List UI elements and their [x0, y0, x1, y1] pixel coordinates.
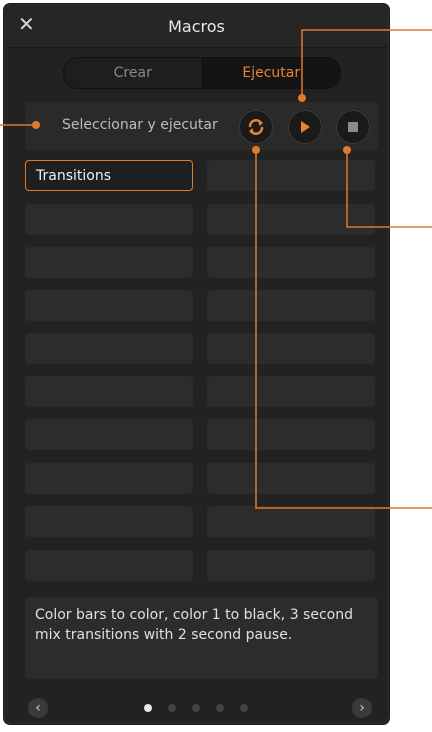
page-dot-1[interactable] — [144, 704, 152, 712]
macro-slot[interactable] — [25, 204, 193, 235]
page-dot-5[interactable] — [240, 704, 248, 712]
macro-slot[interactable] — [207, 290, 375, 321]
macro-slot[interactable] — [25, 463, 193, 494]
stop-button[interactable] — [336, 110, 370, 144]
macro-slot[interactable] — [207, 550, 375, 581]
tab-crear[interactable]: Crear — [64, 58, 203, 88]
macro-slot[interactable] — [25, 376, 193, 407]
page-dot-4[interactable] — [216, 704, 224, 712]
macro-slot[interactable] — [207, 247, 375, 278]
macro-slot[interactable] — [207, 463, 375, 494]
title-bar: ✕ Macros — [5, 5, 388, 48]
play-icon — [301, 121, 310, 133]
macro-slot[interactable] — [25, 333, 193, 364]
macro-slot[interactable] — [207, 160, 375, 191]
macro-slot[interactable] — [207, 506, 375, 537]
tab-ejecutar[interactable]: Ejecutar — [202, 58, 340, 88]
loop-button[interactable] — [239, 110, 273, 144]
page-dot-3[interactable] — [192, 704, 200, 712]
macro-slot[interactable] — [207, 376, 375, 407]
loop-icon — [248, 119, 264, 135]
macro-slot[interactable] — [25, 290, 193, 321]
run-bar: Seleccionar y ejecutar — [25, 102, 378, 150]
next-page-button[interactable]: › — [352, 698, 372, 718]
run-label: Seleccionar y ejecutar — [62, 117, 218, 133]
window-title: Macros — [168, 17, 225, 36]
play-button[interactable] — [288, 110, 322, 144]
macro-slot[interactable] — [25, 419, 193, 450]
page-dot-2[interactable] — [168, 704, 176, 712]
macro-slot[interactable] — [25, 506, 193, 537]
macro-slot-transitions[interactable]: Transitions — [25, 160, 193, 191]
prev-page-button[interactable]: ‹ — [28, 698, 48, 718]
macro-slot[interactable] — [25, 247, 193, 278]
macro-slot[interactable] — [207, 333, 375, 364]
mode-tabs: Crear Ejecutar — [63, 57, 341, 89]
macro-description: Color bars to color, color 1 to black, 3… — [25, 597, 378, 679]
stop-icon — [348, 122, 358, 132]
macro-slot[interactable] — [207, 204, 375, 235]
macro-slot[interactable] — [25, 550, 193, 581]
macro-slot[interactable] — [207, 419, 375, 450]
macro-slot-label: Transitions — [36, 168, 111, 184]
macros-panel: ✕ Macros Crear Ejecutar Seleccionar y ej… — [4, 4, 389, 724]
